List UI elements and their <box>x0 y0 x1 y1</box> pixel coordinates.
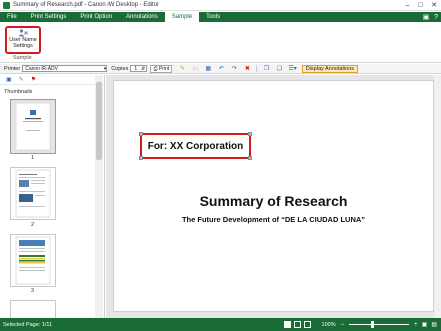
tab-print-option[interactable]: Print Option <box>73 12 119 22</box>
printer-value: Canon iR-ADV <box>25 65 58 72</box>
display-annotations-button[interactable]: Display Annotations <box>301 64 359 73</box>
document-subtitle: The Future Development of “DE LA CIUDAD … <box>181 215 366 224</box>
fit-width-icon[interactable]: ▤ <box>431 321 437 328</box>
copies-value: 1 <box>134 65 138 72</box>
redo-icon[interactable]: ↷ <box>230 65 238 73</box>
annotation-text: For: XX Corporation <box>147 140 244 152</box>
status-bar: Selected Page: 1/11 100% − + ▣ ▤ <box>0 318 441 331</box>
thumbnail-page-1[interactable] <box>10 99 56 154</box>
panel-tabs: ▣ ✎ ⚑ <box>0 75 104 85</box>
annotations-tab-icon[interactable]: ✎ <box>19 76 24 83</box>
view-options-icon[interactable]: ☰▾ <box>288 65 296 73</box>
save-icon[interactable]: ▦ <box>204 65 212 73</box>
page-1-preview <box>15 102 51 151</box>
title-bar: Summary of Research.pdf - Canon iW Deskt… <box>0 0 441 11</box>
close-button[interactable]: ✕ <box>427 0 441 11</box>
thumbnails-scrollbar[interactable] <box>95 75 103 318</box>
selected-page-status: Selected Page: 1/11 <box>3 321 53 328</box>
thumbnail-page-3[interactable] <box>10 234 56 287</box>
printer-label: Printer <box>4 65 21 72</box>
folder-icon[interactable]: ▭ <box>191 65 199 73</box>
tab-tools[interactable]: Tools <box>199 12 227 22</box>
resize-handle-br[interactable] <box>248 156 252 160</box>
zoom-slider-knob[interactable] <box>371 321 375 328</box>
minimize-button[interactable]: – <box>401 0 414 11</box>
page-3-preview <box>15 236 51 285</box>
toolbar: Printer Canon iR-ADV ▾ Copies 1 ⇵ ⎙ Prin… <box>0 64 441 74</box>
document-title: Summary of Research <box>199 193 348 209</box>
annotation-textbox[interactable]: For: XX Corporation <box>139 132 252 160</box>
display-annotations-label: Display Annotations <box>305 65 355 72</box>
document-page: For: XX Corporation Summary of Research … <box>113 80 434 312</box>
paste-icon[interactable]: ❑ <box>275 65 283 73</box>
thumbnails-tab-icon[interactable]: ▣ <box>6 76 12 83</box>
single-page-view-icon[interactable] <box>283 321 291 328</box>
ribbon-group-label: Sample <box>13 55 32 61</box>
thumbnail-label-2: 2 <box>31 222 35 228</box>
tab-file[interactable]: File <box>0 12 24 22</box>
resize-handle-tr[interactable] <box>248 132 252 136</box>
document-scrollbar[interactable] <box>434 75 441 318</box>
thumbnails-title: Thumbnails <box>4 89 33 95</box>
continuous-view-icon[interactable] <box>303 321 311 328</box>
copy-icon[interactable]: ❐ <box>262 65 270 73</box>
fit-page-icon[interactable]: ▣ <box>422 321 428 328</box>
print-label: Print <box>158 65 170 72</box>
resize-handle-tl[interactable] <box>139 132 143 136</box>
two-page-view-icon[interactable] <box>293 321 301 328</box>
ribbon-display-icon[interactable]: ▣ <box>421 12 431 22</box>
bookmark-tab-icon[interactable]: ⚑ <box>31 76 36 83</box>
thumbnail-label-3: 3 <box>31 288 35 294</box>
copies-label: Copies <box>111 65 129 72</box>
user-name-settings-button[interactable]: User Name Settings <box>5 26 41 54</box>
user-name-settings-label: User Name Settings <box>9 37 37 49</box>
user-settings-icon <box>18 29 28 37</box>
ribbon-body: User Name Settings Sample <box>0 22 441 63</box>
document-view: For: XX Corporation Summary of Research … <box>106 75 441 318</box>
maximize-button[interactable]: □ <box>414 0 427 11</box>
zoom-slider[interactable] <box>349 321 410 328</box>
thumbnail-page-2[interactable] <box>10 167 56 220</box>
print-button[interactable]: ⎙ Print <box>150 64 173 73</box>
resize-handle-bl[interactable] <box>139 156 143 160</box>
thumbnails-scroll-knob[interactable] <box>96 82 102 160</box>
help-icon[interactable]: ? <box>431 12 441 22</box>
thumbnails-panel: ▣ ✎ ⚑ Thumbnails 1 2 3 <box>0 75 105 318</box>
thumbnail-label-1: 1 <box>31 155 35 161</box>
stepper-arrows-icon: ⇵ <box>141 65 146 72</box>
tab-annotations[interactable]: Annotations <box>119 12 165 22</box>
tab-sample[interactable]: Sample <box>164 12 200 22</box>
printer-select[interactable]: Canon iR-ADV ▾ <box>22 65 108 72</box>
copies-stepper[interactable]: 1 ⇵ <box>130 65 148 72</box>
ribbon-tabs: File Print Settings Print Option Annotat… <box>0 12 441 22</box>
zoom-out-icon[interactable]: − <box>341 322 345 328</box>
chevron-down-icon: ▾ <box>103 65 107 72</box>
zoom-in-icon[interactable]: + <box>414 322 418 328</box>
tab-print-settings[interactable]: Print Settings <box>24 12 74 22</box>
app-icon <box>3 1 10 9</box>
undo-icon[interactable]: ↶ <box>217 65 225 73</box>
delete-icon[interactable]: ✖ <box>243 65 251 73</box>
stamp-icon[interactable]: ✎ <box>178 65 186 73</box>
zoom-level: 100% <box>321 321 336 328</box>
window-title: Summary of Research.pdf - Canon iW Deskt… <box>13 2 160 8</box>
page-2-preview <box>15 169 51 218</box>
thumbnail-page-4[interactable] <box>10 300 56 318</box>
